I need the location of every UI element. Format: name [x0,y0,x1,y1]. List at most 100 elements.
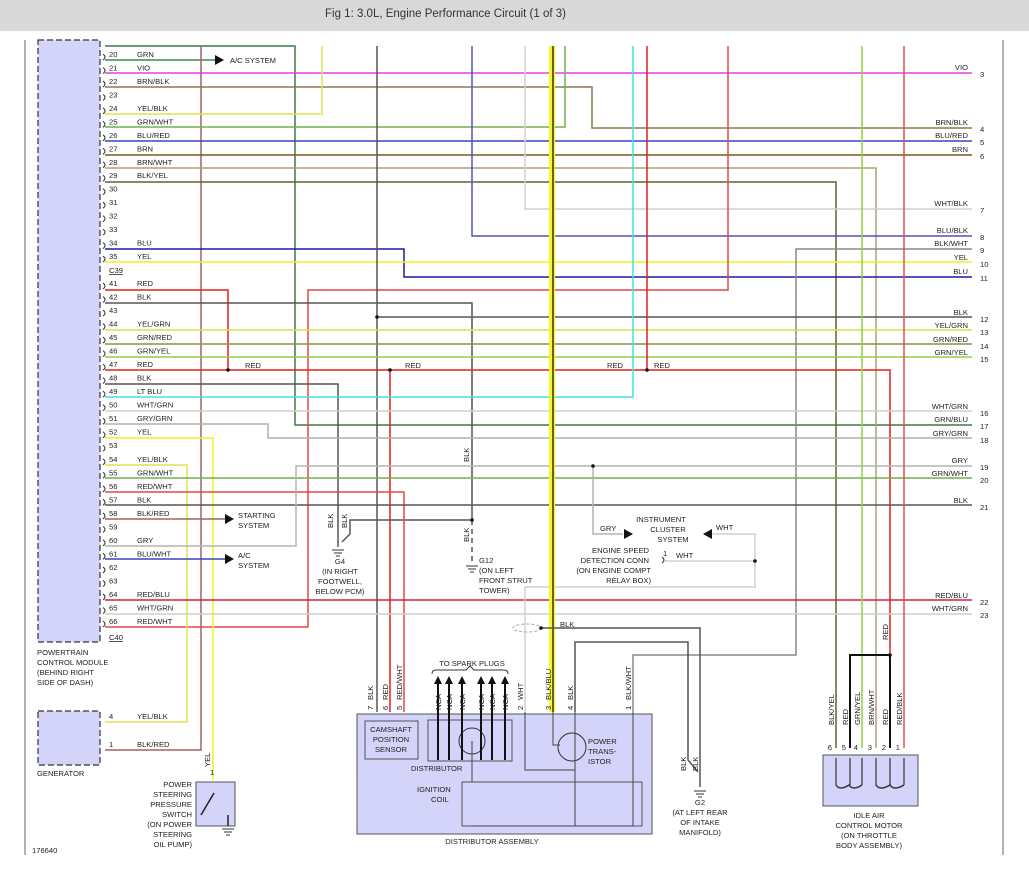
iac-pin-number: 6 [828,743,832,752]
generator-box [37,710,101,766]
right-connector-number: 20 [980,476,988,485]
pin-socket-icon [102,53,106,61]
generator-pin-wire-label: BLK/RED [137,740,170,749]
pcm-pin-number: 53 [109,441,117,450]
pcm-pin-number: 43 [109,306,117,315]
pcm-pin-number: 66 [109,617,117,626]
right-connector-wire-label: BLU/BLK [937,226,968,235]
right-connector-wire-label: GRN/BLU [934,415,968,424]
ps-switch-label: OIL PUMP) [153,840,192,849]
iac-pin-number: 2 [882,743,886,752]
pcm-pin-wire-label: GRN/WHT [137,468,174,477]
pin-socket-icon [102,255,106,263]
distributor-pin-number: 6 [381,706,390,710]
pin-socket-icon [102,242,106,249]
pcm-pin-number: 55 [109,468,117,477]
power-transistor-label: TRANS- [588,747,617,756]
pin-socket-icon [102,67,106,74]
right-connector-wire-label: GRN/RED [933,335,969,344]
pin-socket-icon [102,539,106,547]
iac-pin-wire: GRN/YEL [853,692,862,725]
g2-label: MANIFOLD) [679,828,721,837]
connector-c40-label: C40 [109,633,123,642]
g4-wire-label: BLK [340,514,349,528]
distributor-pin-wire: BLK/WHT [624,666,633,700]
g12-wire-label: BLK [462,528,471,542]
ac-system-label: A/C [238,551,251,560]
pcm-pin-wire-label: BLK/YEL [137,171,168,180]
pin-socket-icon [102,215,106,223]
iac-pin-wire: RED/BLK [895,693,904,726]
pcm-pin-wire-label: GRN [137,50,154,59]
spark-plug-arrow-icon [501,676,509,684]
right-connector-wire-label: VIO [955,63,968,72]
iac-pin-number: 5 [842,743,846,752]
splice-dot [888,653,892,657]
arrow-icon [215,55,224,65]
spark-plug-arrow-icon [477,676,485,684]
pcm-pin-number: 42 [109,293,117,302]
pin-socket-icon [102,336,106,344]
wire-g4-branch [341,519,472,543]
splice-label: RED [607,361,624,370]
g12-label: G12 [479,556,493,565]
distributor-pin-wire: RED/WHT [395,664,404,700]
pin-socket-icon [102,296,106,303]
pcm-pin-wire-label: BLU [137,239,152,248]
right-connector-number: 13 [980,328,988,337]
pcm-name: CONTROL MODULE [37,658,108,667]
right-connector-number: 8 [980,233,984,242]
g12-label: FRONT STRUT [479,576,533,585]
ground-icon [694,790,706,798]
pcm-pin-number: 35 [109,252,117,261]
distributor-pin-number: 1 [624,706,633,710]
connector-c39-label: C39 [109,266,123,275]
pin-socket-icon [102,444,106,452]
pin-socket-icon [102,458,106,466]
pin-socket-icon [102,485,106,493]
distributor-assembly-label: DISTRIBUTOR ASSEMBLY [445,837,538,846]
right-connector-wire-label: GRN/WHT [932,469,969,478]
ps-switch-pin: 1 [210,768,214,777]
pcm-pin-number: 47 [109,360,117,369]
pin-socket-icon [102,282,106,290]
distributor-pin-wire: RED [381,683,390,700]
pcm-pin-number: 50 [109,401,117,410]
wht-wire-label: WHT [716,523,734,532]
pcm-pin-number: 44 [109,320,117,329]
pcm-pin-wire-label: RED/WHT [137,617,173,626]
right-connector-number: 16 [980,409,988,418]
pcm-pin-wire-label: GRN/RED [137,333,173,342]
pin-socket-icon [102,228,106,236]
right-connector-number: 19 [980,463,988,472]
iac-label: IDLE AIR [853,811,885,820]
engine-speed-label: (ON ENGINE COMPT [576,566,651,575]
pcm-pin-wire-label: YEL [137,428,151,437]
pcm-pin-number: 52 [109,428,117,437]
pcm-pin-number: 31 [109,198,117,207]
ps-switch-wire: YEL [203,753,212,767]
ps-switch-label: POWER [163,780,192,789]
right-connector-number: 14 [980,342,988,351]
power-transistor-label: POWER [588,737,617,746]
iac-pin-number: 3 [868,743,872,752]
right-connector-number: 12 [980,315,988,324]
spark-plug-arrow-icon [458,676,466,684]
pin-socket-icon [102,161,106,169]
right-connector-wire-label: GRY/GRN [933,429,968,438]
ground-icon [332,549,344,557]
right-connector-number: 10 [980,260,988,269]
splice-label: RED [245,361,262,370]
pcm-pin-wire-label: RED [137,360,154,369]
pin-socket-icon [102,94,106,101]
distributor-pin-number: 3 [544,706,553,710]
right-connector-number: 9 [980,246,984,255]
splice-dot [539,626,543,630]
pcm-pin-number: 28 [109,158,117,167]
pin-socket-icon [102,580,106,587]
right-connector-number: 18 [980,436,988,445]
pin-socket-icon [102,147,106,155]
generator-pin-number: 4 [109,712,113,721]
splice-label: RED [654,361,671,370]
pin-socket-icon [102,350,106,357]
